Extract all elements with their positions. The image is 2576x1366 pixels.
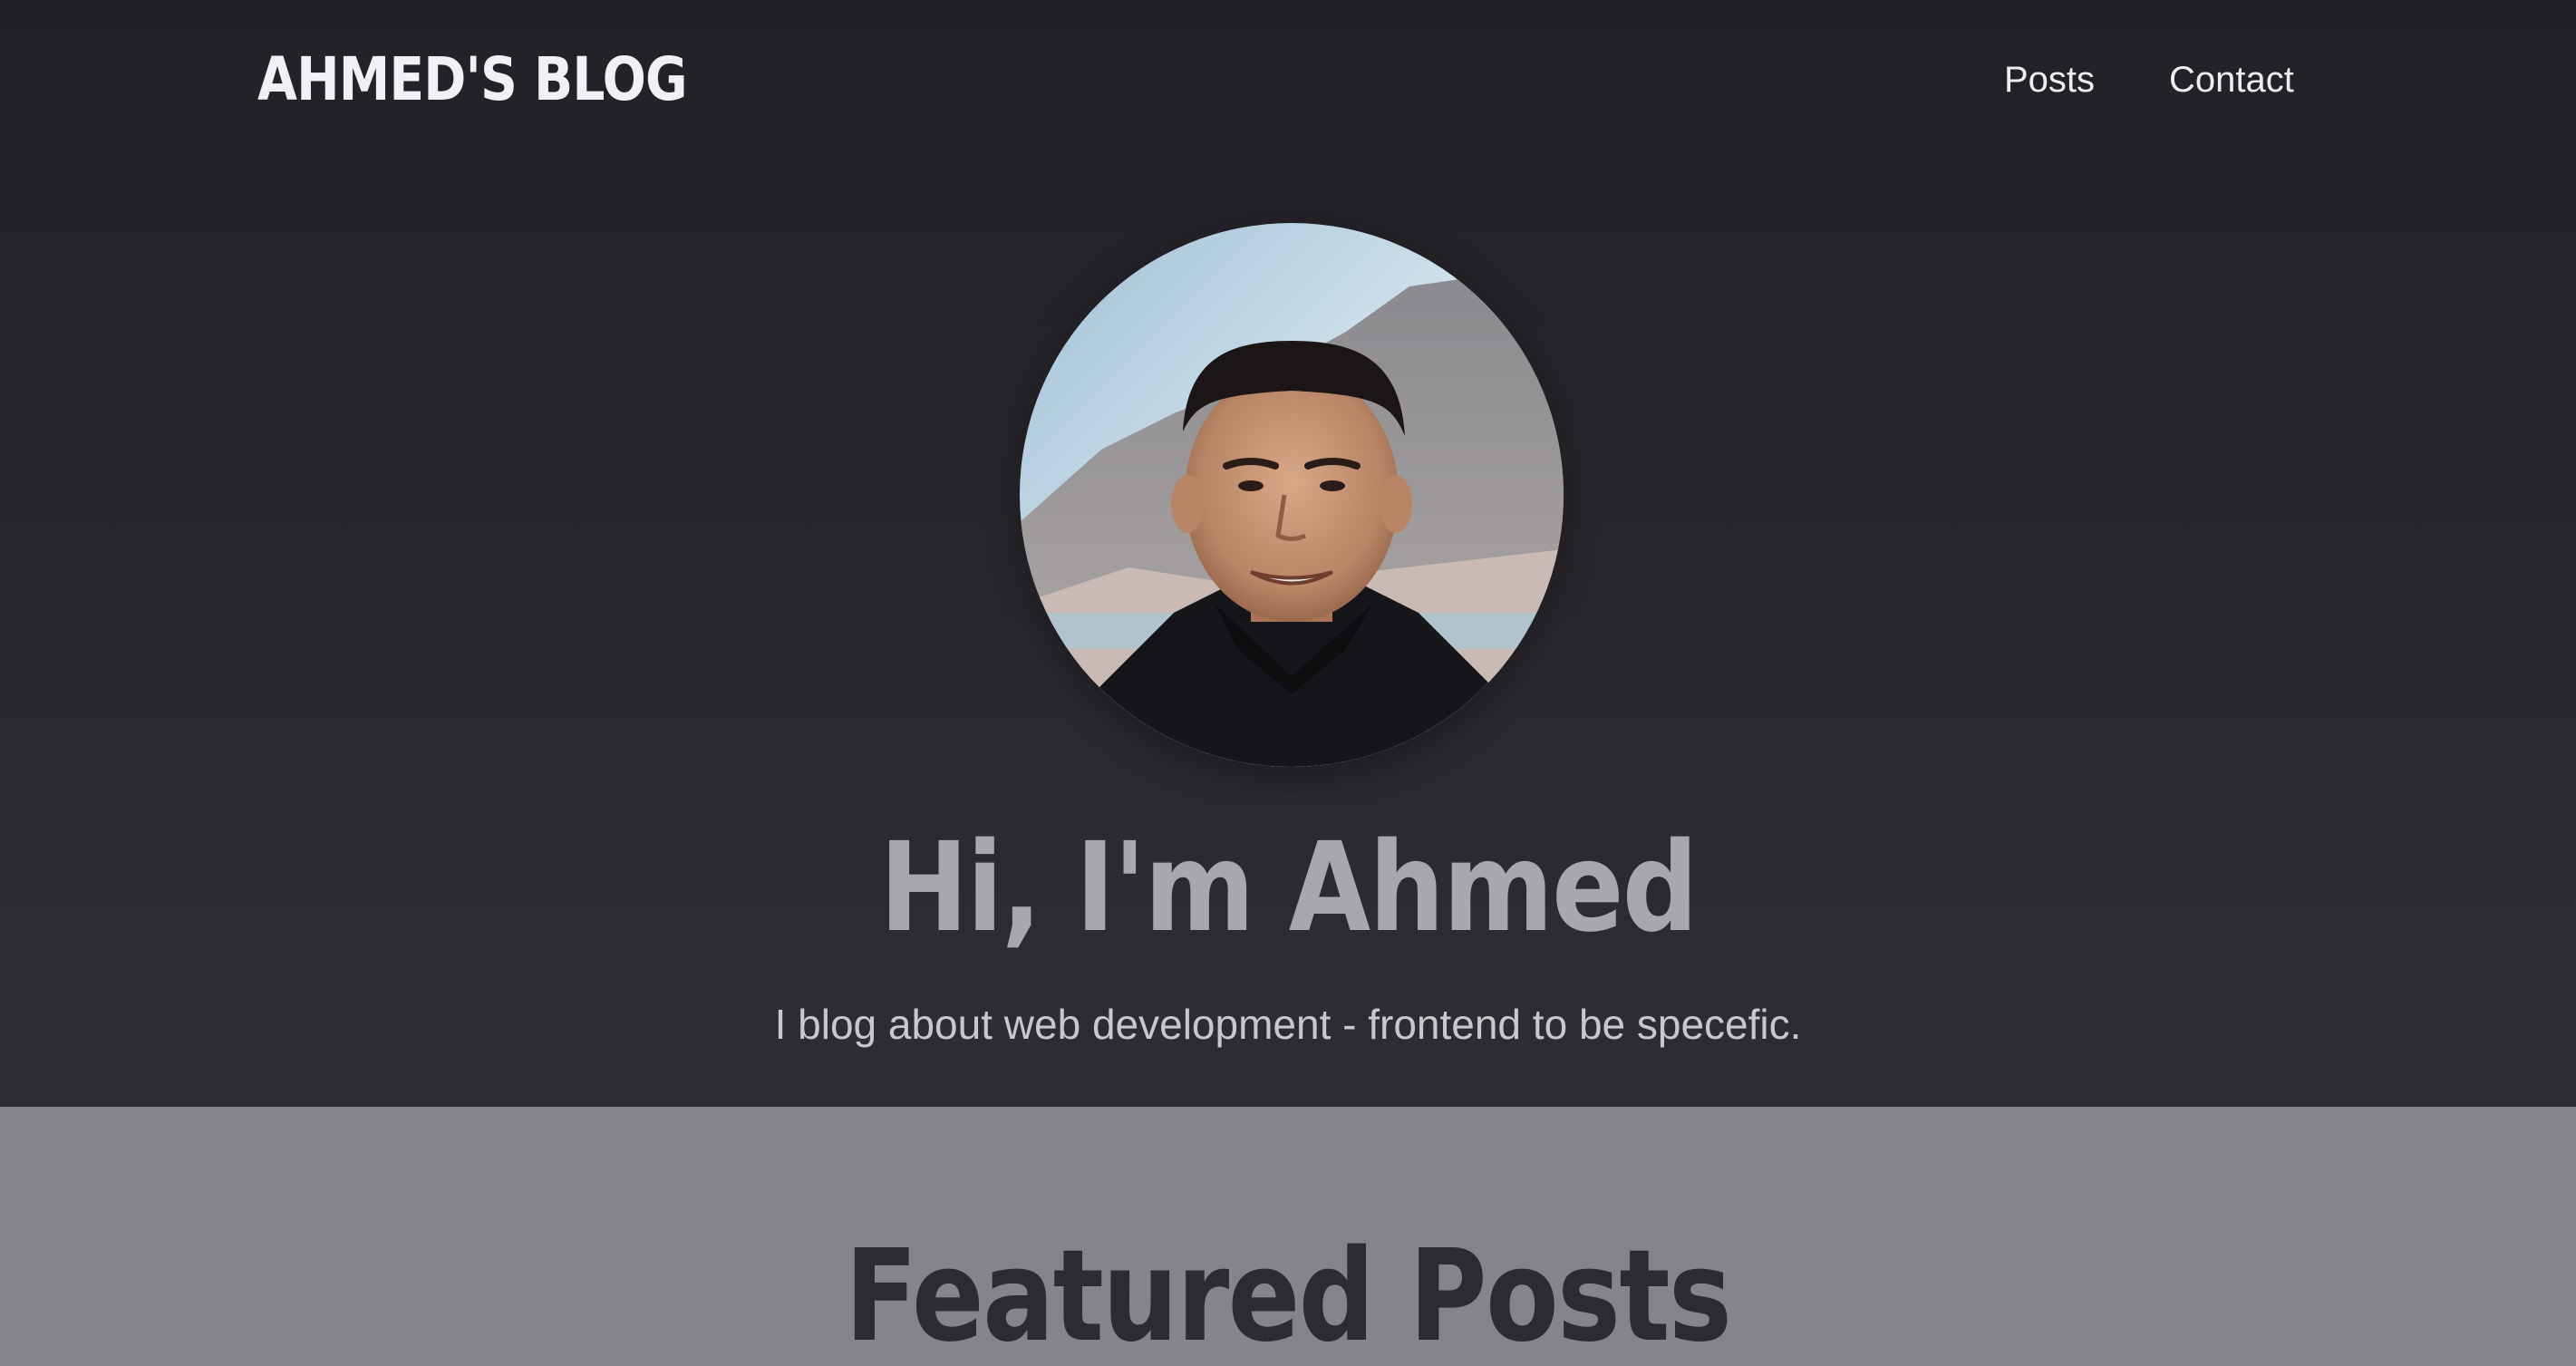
main-nav: Posts Contact (0, 53, 2576, 107)
featured-posts-section: Featured Posts (0, 1107, 2576, 1366)
featured-posts-title: Featured Posts (0, 1225, 2576, 1366)
nav-link-posts[interactable]: Posts (2004, 53, 2095, 107)
profile-avatar (1020, 223, 1564, 767)
site-header: AHMED'S BLOG Posts Contact (0, 0, 2576, 159)
hero-title-text: Hi, I'm Ahmed (879, 817, 1698, 960)
page: AHMED'S BLOG Posts Contact Hi, I'm Ahmed… (0, 0, 2576, 1366)
nav-link-contact[interactable]: Contact (2169, 53, 2294, 107)
hero-section: AHMED'S BLOG Posts Contact Hi, I'm Ahmed… (0, 0, 2576, 1107)
hero-subtitle: I blog about web development - frontend … (774, 1001, 1802, 1048)
featured-posts-title-text: Featured Posts (845, 1223, 1732, 1366)
hero-title: Hi, I'm Ahmed (0, 820, 2576, 956)
